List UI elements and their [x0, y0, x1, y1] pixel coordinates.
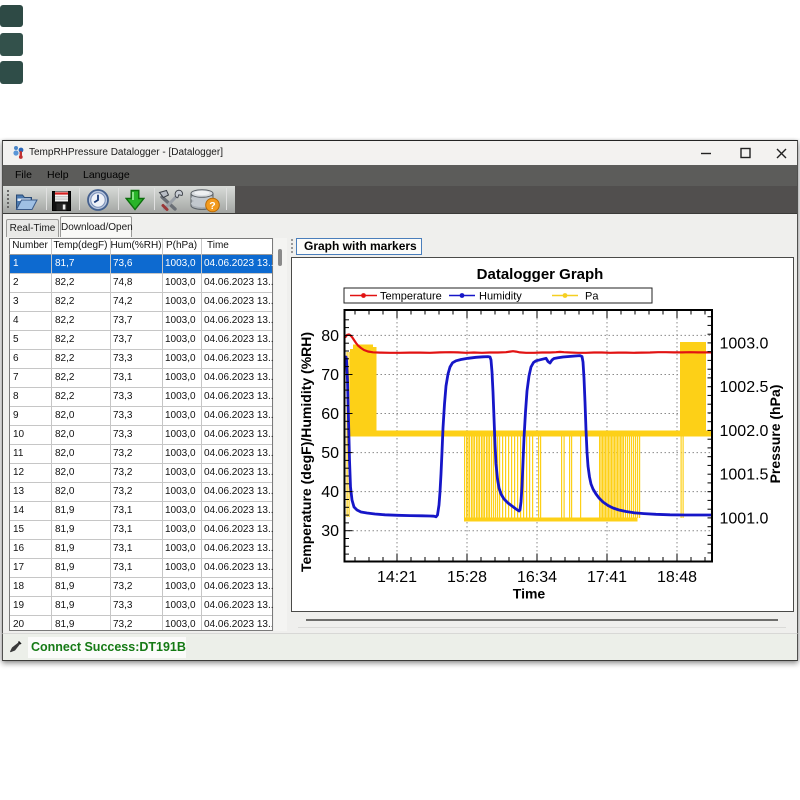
- svg-text:?: ?: [209, 200, 215, 212]
